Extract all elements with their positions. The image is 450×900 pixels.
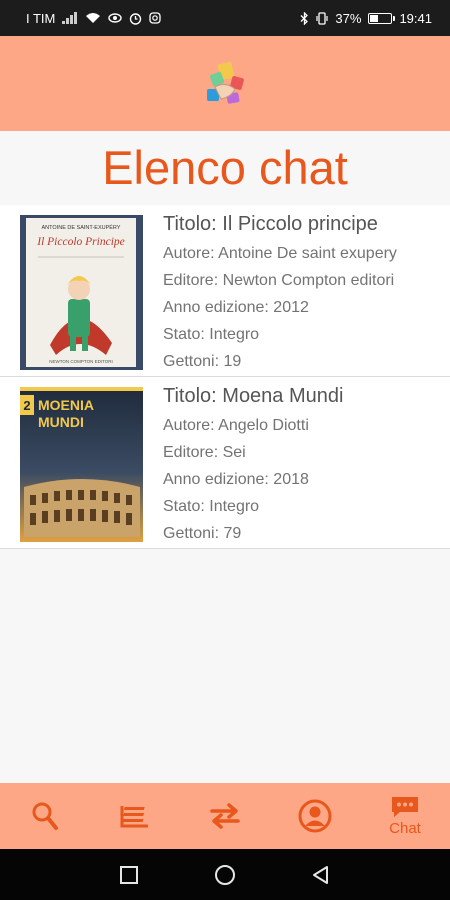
book-publisher: Editore: Sei: [163, 444, 246, 461]
battery-icon: [368, 12, 396, 24]
nav-exchange[interactable]: [195, 786, 255, 846]
cover-title-line2: MUNDI: [38, 414, 84, 430]
eye-icon: [108, 13, 123, 23]
back-button[interactable]: [309, 863, 333, 887]
status-right: 37% 19:41: [300, 11, 432, 26]
wifi-icon: [86, 13, 101, 23]
book-author: Autore: Angelo Diotti: [163, 417, 309, 434]
battery-fill: [370, 14, 378, 22]
clock: 19:41: [399, 10, 432, 26]
book-title: Titolo: Il Piccolo principe: [163, 213, 378, 235]
square-icon: [120, 865, 138, 884]
cover-title-line1: MOENIA: [38, 397, 94, 413]
book-swap-logo-icon: [207, 61, 244, 104]
carrier-label: I TIM: [26, 10, 56, 26]
nav-chat-label: Chat: [389, 820, 421, 837]
book-tokens: Gettoni: 79: [163, 525, 242, 542]
exchange-icon: [210, 803, 240, 829]
chat-list: ANTOINE DE SAINT-EXUPÉRY Il Piccolo Prin…: [0, 205, 450, 549]
book-info: Titolo: Moena Mundi Autore: Angelo Diott…: [163, 383, 442, 547]
book-publisher: Editore: Newton Compton editori: [163, 272, 395, 289]
nav-search[interactable]: [15, 786, 75, 846]
book-state: Stato: Integro: [163, 326, 260, 343]
instagram-icon: [149, 12, 162, 24]
alarm-icon: [130, 12, 142, 25]
status-left: I TIM: [26, 10, 162, 26]
page-title: Elenco chat: [102, 141, 348, 194]
book-year: Anno edizione: 2012: [163, 299, 309, 316]
book-year: Anno edizione: 2018: [163, 471, 309, 488]
chat-list-item[interactable]: ANTOINE DE SAINT-EXUPÉRY Il Piccolo Prin…: [0, 205, 450, 377]
triangle-back-icon: [313, 865, 328, 884]
cover-volume-text: 2: [23, 398, 30, 413]
book-author: Autore: Antoine De saint exupery: [163, 245, 397, 262]
nav-books[interactable]: [105, 786, 165, 846]
book-state: Stato: Integro: [163, 498, 260, 515]
vibrate-icon: [316, 11, 329, 25]
bottom-nav: Chat: [0, 783, 450, 849]
recents-button[interactable]: [117, 863, 141, 887]
books-icon: [120, 806, 148, 828]
signal-icon: [62, 12, 78, 24]
home-button[interactable]: [213, 863, 237, 887]
chat-icon: [392, 797, 418, 817]
battery-percent: 37%: [335, 10, 362, 26]
book-cover-image: 2 MOENIA MUNDI: [20, 387, 143, 542]
profile-icon: [298, 799, 332, 833]
status-bar: I TIM 37% 19:41: [0, 0, 450, 36]
book-tokens: Gettoni: 19: [163, 353, 242, 370]
book-info: Titolo: Il Piccolo principe Autore: Anto…: [163, 211, 442, 375]
book-cover-image: ANTOINE DE SAINT-EXUPÉRY Il Piccolo Prin…: [20, 215, 143, 370]
system-nav-bar: [0, 849, 450, 900]
cover-title-text: Il Piccolo Principe: [36, 236, 125, 248]
cover-publisher-text: NEWTON COMPTON EDITORI: [49, 359, 113, 364]
nav-chat[interactable]: Chat: [375, 786, 435, 846]
app-header: [0, 36, 450, 131]
cover-author-text: ANTOINE DE SAINT-EXUPÉRY: [42, 224, 121, 231]
chat-list-item[interactable]: 2 MOENIA MUNDI Titolo: Moena Mundi Autor…: [0, 377, 450, 549]
book-title: Titolo: Moena Mundi: [163, 385, 344, 407]
circle-icon: [215, 864, 235, 885]
bluetooth-icon: [300, 11, 309, 25]
search-icon: [32, 802, 58, 830]
nav-profile[interactable]: [285, 786, 345, 846]
